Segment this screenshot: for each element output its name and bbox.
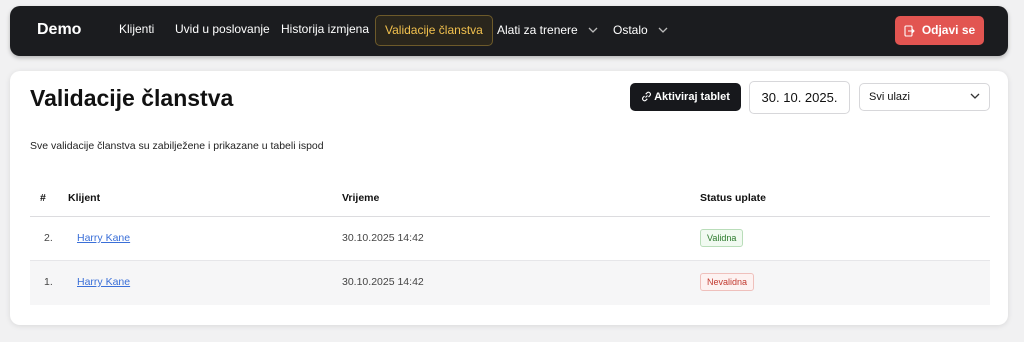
nav-item-label: Validacije članstva bbox=[385, 23, 483, 37]
column-header-number: # bbox=[40, 192, 46, 204]
column-header-client: Klijent bbox=[68, 192, 101, 204]
activate-tablet-button[interactable]: Aktiviraj tablet bbox=[630, 83, 741, 111]
nav-item-label: Historija izmjena bbox=[281, 22, 370, 36]
activate-tablet-label: Aktiviraj tablet bbox=[654, 91, 730, 103]
nav-item-label: Alati za trenere bbox=[497, 23, 578, 37]
status-badge: Validna bbox=[700, 229, 744, 247]
nav-item-label: Ostalo bbox=[613, 23, 648, 37]
entry-filter-select[interactable]: Svi ulazi bbox=[859, 83, 990, 111]
nav-item-uvid-u-poslovanje[interactable]: Uvid u poslovanje bbox=[175, 22, 270, 36]
logout-button[interactable]: Odjavi se bbox=[895, 16, 984, 45]
client-link[interactable]: Harry Kane bbox=[77, 276, 130, 288]
logout-label: Odjavi se bbox=[921, 23, 976, 37]
table-row: 2. Harry Kane 30.10.2025 14:42 Validna bbox=[30, 217, 990, 261]
status-badge: Nevalidna bbox=[700, 273, 755, 291]
nav-item-klijenti[interactable]: Klijenti bbox=[119, 22, 154, 36]
row-number: 2. bbox=[44, 232, 53, 244]
nav-item-validacije-clanstva[interactable]: Validacije članstva bbox=[375, 15, 493, 46]
chevron-down-icon bbox=[588, 22, 598, 36]
date-input[interactable]: 30. 10. 2025. bbox=[749, 81, 850, 114]
nav-item-alati-za-trenere[interactable]: Alati za trenere bbox=[497, 22, 598, 37]
page-subtitle: Sve validacije članstva su zabilježene i… bbox=[30, 140, 324, 152]
entry-filter-value: Svi ulazi bbox=[869, 91, 910, 103]
nav-item-label: Klijenti bbox=[119, 22, 155, 36]
page-title: Validacije članstva bbox=[30, 85, 234, 111]
nav-item-label: Uvid u poslovanje bbox=[175, 22, 270, 36]
validations-card: Validacije članstva Aktiviraj tablet 30.… bbox=[10, 71, 1008, 325]
link-icon bbox=[642, 91, 652, 102]
nav-item-historija-izmjena[interactable]: Historija izmjena bbox=[281, 22, 369, 36]
nav-item-ostalo[interactable]: Ostalo bbox=[613, 22, 668, 37]
row-number: 1. bbox=[44, 276, 53, 288]
chevron-down-icon bbox=[970, 93, 980, 99]
brand-logo[interactable]: Demo bbox=[37, 21, 81, 39]
client-link[interactable]: Harry Kane bbox=[77, 232, 130, 244]
validation-time: 30.10.2025 14:42 bbox=[342, 276, 424, 288]
table-row: 1. Harry Kane 30.10.2025 14:42 Nevalidna bbox=[30, 261, 990, 305]
chevron-down-icon bbox=[658, 22, 668, 36]
logout-icon bbox=[904, 25, 915, 37]
validation-time: 30.10.2025 14:42 bbox=[342, 232, 424, 244]
column-header-status: Status uplate bbox=[700, 192, 766, 204]
top-navbar: Demo Klijenti Uvid u poslovanje Historij… bbox=[10, 6, 1008, 56]
column-header-time: Vrijeme bbox=[342, 192, 380, 204]
